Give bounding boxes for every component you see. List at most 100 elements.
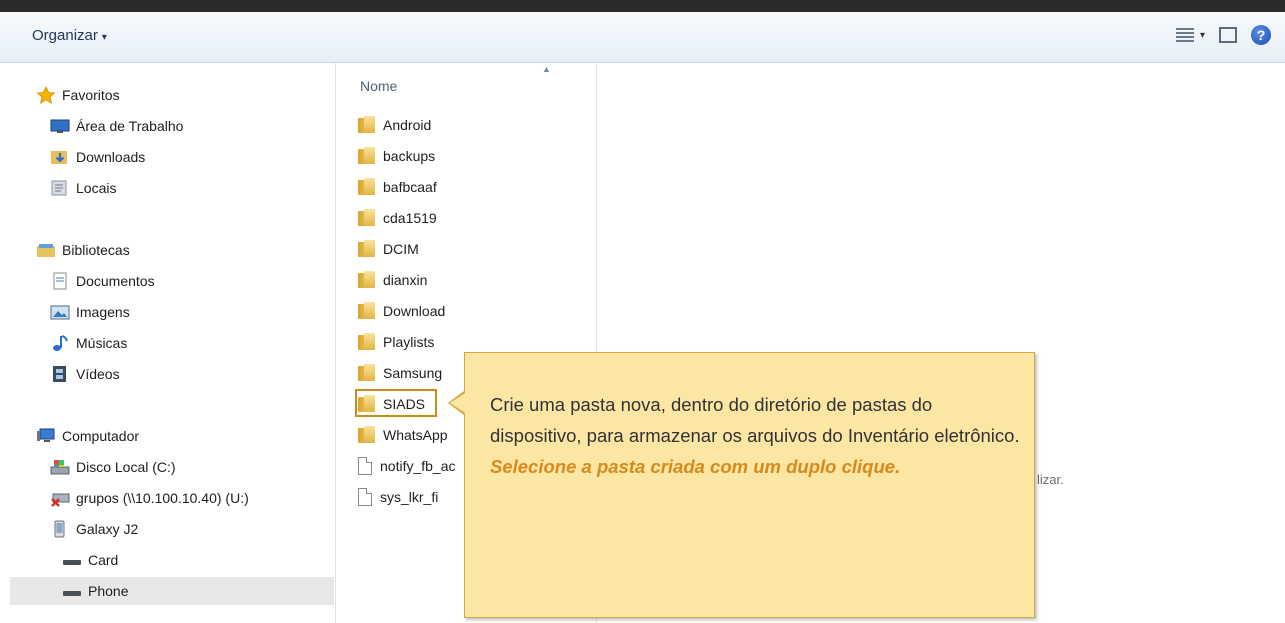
partially-hidden-text: lizar. <box>1037 472 1064 487</box>
change-view-icon[interactable] <box>1175 28 1194 42</box>
file-item[interactable]: notify_fb_ac <box>358 452 456 480</box>
libraries-icon <box>36 241 56 259</box>
nav-label: Locais <box>76 180 117 196</box>
file-item[interactable]: sys_lkr_fi <box>358 483 438 511</box>
file-name: notify_fb_ac <box>380 458 456 474</box>
computer-icon <box>36 427 56 445</box>
nav-label: Phone <box>88 583 129 599</box>
file-item[interactable]: dianxin <box>358 266 427 294</box>
file-name: DCIM <box>383 241 419 257</box>
file-item[interactable]: Android <box>358 111 431 139</box>
organize-menu-button[interactable]: Organizar ▾ <box>32 27 107 44</box>
sort-ascending-icon: ▲ <box>542 64 551 74</box>
nav-label: Imagens <box>76 304 130 320</box>
nav-item-galaxy-j2[interactable]: Galaxy J2 <box>50 515 138 543</box>
file-name: Download <box>383 303 446 319</box>
callout-instruction: Crie uma pasta nova, dentro do diretório… <box>490 394 1020 446</box>
window-top-edge <box>0 0 1285 12</box>
desktop-icon <box>50 117 70 135</box>
folder-icon <box>358 178 375 196</box>
command-bar: Organizar ▾ ▾ ? <box>0 12 1285 63</box>
folder-icon <box>358 333 375 351</box>
nav-label: Galaxy J2 <box>76 521 139 537</box>
file-icon <box>358 457 372 475</box>
nav-label: Área de Trabalho <box>76 118 184 134</box>
folder-icon <box>358 209 375 227</box>
folder-icon <box>358 240 375 258</box>
callout-text: Crie uma pasta nova, dentro do diretório… <box>490 389 1020 482</box>
folder-icon <box>358 426 375 444</box>
downloads-folder-icon <box>50 148 70 166</box>
file-item[interactable]: Download <box>358 297 445 325</box>
nav-label: Favoritos <box>62 87 120 103</box>
nav-label: Card <box>88 552 119 568</box>
nav-label: Disco Local (C:) <box>76 459 176 475</box>
recent-places-icon <box>50 179 70 197</box>
navigation-pane: Favoritos Área de Trabalho Downloads Loc… <box>0 63 336 623</box>
nav-label: Músicas <box>76 335 128 351</box>
file-item[interactable]: WhatsApp <box>358 421 448 449</box>
column-header-name[interactable]: Nome <box>360 78 397 94</box>
nav-label: Documentos <box>76 273 155 289</box>
file-name: cda1519 <box>383 210 437 226</box>
music-note-icon <box>50 334 70 352</box>
nav-item-libraries[interactable]: Bibliotecas <box>36 236 130 264</box>
nav-item-videos[interactable]: Vídeos <box>50 360 120 388</box>
folder-icon <box>358 364 375 382</box>
nav-item-favorites[interactable]: Favoritos <box>36 81 120 109</box>
phone-device-icon <box>50 520 70 538</box>
instruction-callout: Crie uma pasta nova, dentro do diretório… <box>464 352 1035 618</box>
documents-icon <box>50 272 70 290</box>
folder-icon <box>358 271 375 289</box>
chevron-down-icon: ▾ <box>101 32 107 43</box>
disconnected-network-drive-icon <box>50 489 70 507</box>
nav-label: Bibliotecas <box>62 242 130 258</box>
file-name: sys_lkr_fi <box>380 489 439 505</box>
nav-label: Vídeos <box>76 366 120 382</box>
storage-drive-icon <box>62 582 82 600</box>
callout-pointer-fill <box>450 393 465 413</box>
nav-item-recent-places[interactable]: Locais <box>50 174 116 202</box>
nav-item-phone[interactable]: Phone <box>10 577 334 605</box>
nav-item-pictures[interactable]: Imagens <box>50 298 130 326</box>
nav-label: grupos (\\10.100.10.40) (U:) <box>76 490 249 506</box>
nav-item-local-disk[interactable]: Disco Local (C:) <box>50 453 176 481</box>
folder-icon <box>358 302 375 320</box>
nav-item-music[interactable]: Músicas <box>50 329 127 357</box>
file-item[interactable]: bafbcaaf <box>358 173 437 201</box>
help-icon[interactable]: ? <box>1251 25 1271 45</box>
file-name: Playlists <box>383 334 435 350</box>
file-name: backups <box>383 148 436 164</box>
hard-drive-icon <box>50 458 70 476</box>
nav-item-network-drive[interactable]: grupos (\\10.100.10.40) (U:) <box>50 484 249 512</box>
pictures-icon <box>50 303 70 321</box>
file-name: Android <box>383 117 432 133</box>
file-item[interactable]: Playlists <box>358 328 434 356</box>
file-name: WhatsApp <box>383 427 448 443</box>
file-name: Samsung <box>383 365 443 381</box>
nav-item-desktop[interactable]: Área de Trabalho <box>50 112 183 140</box>
callout-emphasis: Selecione a pasta criada com um duplo cl… <box>490 456 901 477</box>
organize-label: Organizar <box>32 27 98 44</box>
storage-drive-icon <box>62 551 82 569</box>
file-name: bafbcaaf <box>383 179 437 195</box>
siads-highlight-box <box>355 389 437 417</box>
folder-icon <box>358 116 375 134</box>
nav-item-downloads[interactable]: Downloads <box>50 143 145 171</box>
view-options-chevron-icon[interactable]: ▾ <box>1200 30 1205 41</box>
file-name: dianxin <box>383 272 428 288</box>
file-item[interactable]: cda1519 <box>358 204 437 232</box>
folder-icon <box>358 147 375 165</box>
nav-label: Computador <box>62 428 140 444</box>
preview-pane-icon[interactable] <box>1219 27 1237 43</box>
nav-label: Downloads <box>76 149 146 165</box>
film-icon <box>50 365 70 383</box>
nav-item-documents[interactable]: Documentos <box>50 267 155 295</box>
file-icon <box>358 488 372 506</box>
file-item[interactable]: backups <box>358 142 435 170</box>
nav-item-computer[interactable]: Computador <box>36 422 139 450</box>
nav-item-card[interactable]: Card <box>62 546 118 574</box>
star-icon <box>36 86 56 104</box>
file-item[interactable]: Samsung <box>358 359 442 387</box>
file-item[interactable]: DCIM <box>358 235 419 263</box>
